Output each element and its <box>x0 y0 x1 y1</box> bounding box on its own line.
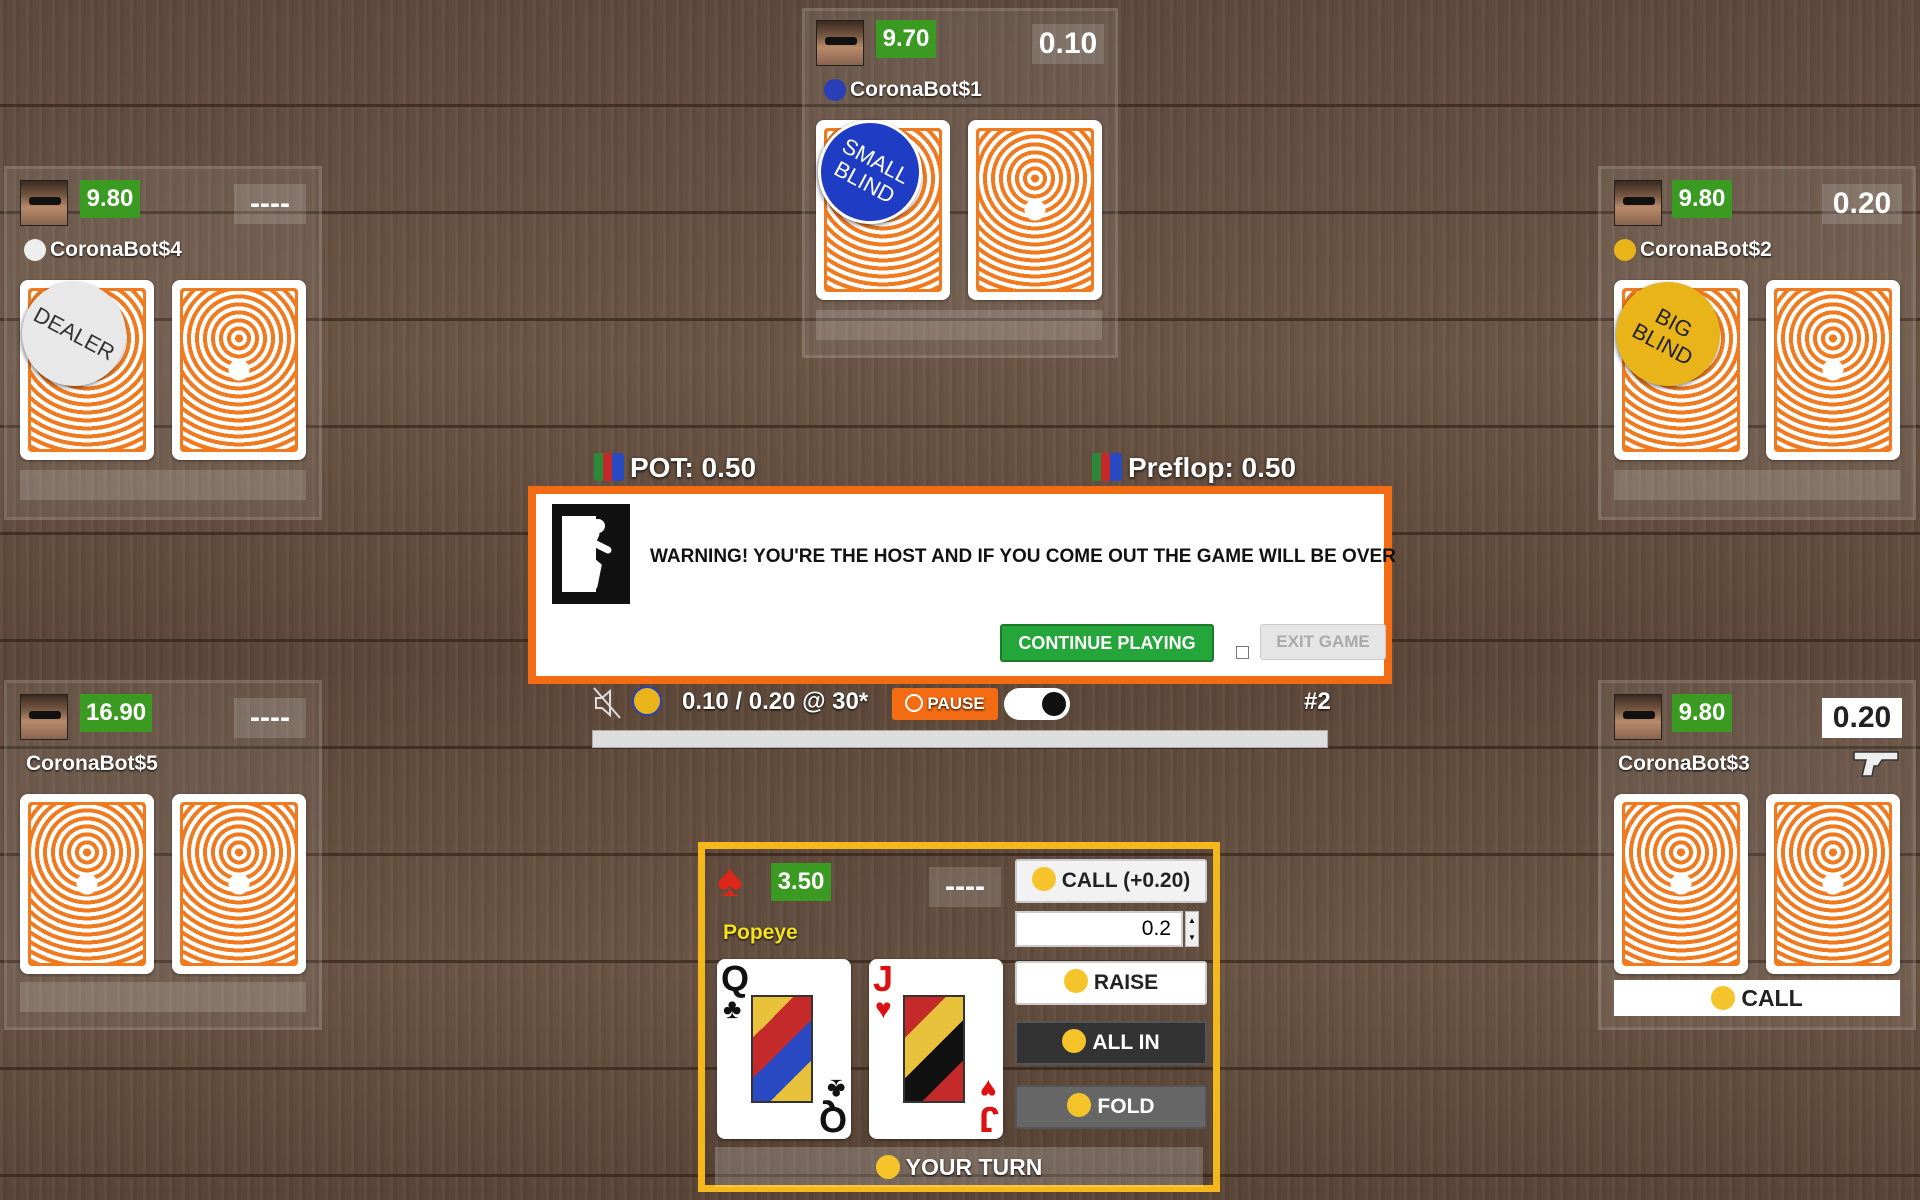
game-status-bar: 0.10 / 0.20 @ 30* PAUSE #2 <box>588 684 1331 724</box>
hand-number: #2 <box>1304 688 1331 715</box>
player-name-label: CoronaBot$2 <box>1640 238 1772 261</box>
pistol-icon <box>1852 746 1902 780</box>
host-warning-modal: WARNING! YOU'RE THE HOST AND IF YOU COME… <box>528 486 1396 684</box>
card-back <box>1614 794 1748 974</box>
seat-action-strip <box>20 470 306 500</box>
pause-icon <box>905 694 924 712</box>
card-back <box>1766 280 1900 460</box>
thumbs-up-icon <box>1031 867 1056 891</box>
sound-muted-icon[interactable] <box>592 686 622 720</box>
hero-card-1: Q ♣ Q ♣ <box>717 958 851 1140</box>
seat-action-strip <box>816 310 1102 340</box>
continue-playing-button[interactable]: CONTINUE PLAYING <box>1000 624 1214 662</box>
your-turn-label: YOUR TURN <box>905 1154 1043 1180</box>
player-bet: 0.20 <box>1822 184 1902 224</box>
card-back <box>172 280 306 460</box>
thinking-face-icon <box>875 1155 900 1179</box>
exit-game-button[interactable]: EXIT GAME <box>1260 624 1386 660</box>
card-rank-bottom: J <box>978 1099 999 1140</box>
card-suit-bottom: ♥ <box>980 1074 997 1105</box>
player-name: CoronaBot$5 <box>26 752 158 775</box>
fold-button[interactable]: FOLD <box>1015 1085 1207 1129</box>
last-action-text: CALL <box>1741 985 1803 1011</box>
raise-amount-input[interactable]: 0.2 <box>1015 911 1183 947</box>
player-avatar <box>1614 180 1662 226</box>
confirm-exit-checkbox[interactable] <box>1236 646 1249 659</box>
player-name: CoronaBot$4 <box>24 238 182 262</box>
thumbs-up-icon <box>1711 986 1736 1010</box>
hero-card-2: J ♥ J ♥ <box>869 958 1003 1140</box>
raise-label: RAISE <box>1093 971 1159 994</box>
card-back <box>172 794 306 974</box>
round-pot-label: Preflop: 0.50 <box>1128 452 1297 483</box>
last-action-label: CALL <box>1614 980 1900 1016</box>
smirk-icon <box>1063 969 1088 993</box>
player-avatar <box>20 180 68 226</box>
cool-sunglasses-icon <box>1062 1029 1087 1053</box>
player-name: CoronaBot$2 <box>1614 238 1772 262</box>
auto-toggle[interactable] <box>1004 688 1070 720</box>
pause-button[interactable]: PAUSE <box>892 688 998 720</box>
card-rank-bottom: Q <box>818 1099 847 1140</box>
hero-name: Popeye <box>723 921 798 944</box>
raise-stepper[interactable]: ▲ ▼ <box>1185 911 1199 947</box>
pot-total: POT: 0.50 <box>594 452 756 484</box>
card-back <box>20 794 154 974</box>
call-button[interactable]: CALL (+0.20) <box>1015 859 1207 903</box>
player-name-label: CoronaBot$4 <box>50 238 182 261</box>
hero-chips: 3.50 <box>771 863 831 901</box>
card-rank: Q <box>721 958 750 999</box>
player-chips: 9.80 <box>80 180 140 218</box>
blinds-chip-icon <box>632 686 662 716</box>
pause-label: PAUSE <box>927 694 985 713</box>
player-bet: 0.20 <box>1822 698 1902 738</box>
card-suit-bottom: ♣ <box>826 1074 845 1105</box>
chip-stack-icon <box>1092 453 1122 481</box>
big-blind-tag-icon <box>1614 239 1636 262</box>
player-chips: 16.90 <box>80 694 152 732</box>
player-chips: 9.80 <box>1672 180 1732 218</box>
your-turn-indicator: YOUR TURN <box>715 1147 1203 1187</box>
player-avatar <box>20 694 68 740</box>
player-bet: 0.10 <box>1032 24 1104 64</box>
pot-label: POT: 0.50 <box>630 452 757 483</box>
hero-bet: ---- <box>929 867 1001 907</box>
chip-stack-icon <box>594 453 624 481</box>
small-blind-tag-icon <box>824 79 846 102</box>
warning-message: WARNING! YOU'RE THE HOST AND IF YOU COME… <box>650 546 1396 567</box>
player-name: CoronaBot$1 <box>824 78 982 102</box>
card-suit: ♣ <box>723 993 742 1024</box>
blinds-level: 0.10 / 0.20 @ 30* <box>682 688 869 715</box>
spade-avatar-icon: ♠ <box>717 854 743 907</box>
exit-runner-icon <box>552 504 630 604</box>
thumbs-down-icon <box>1067 1093 1092 1117</box>
card-suit: ♥ <box>875 993 892 1024</box>
player-bet: ---- <box>234 184 306 224</box>
card-back <box>1766 794 1900 974</box>
seat-action-strip <box>20 982 306 1012</box>
raise-button[interactable]: RAISE <box>1015 961 1207 1005</box>
queen-portrait-icon <box>751 995 813 1103</box>
all-in-button[interactable]: ALL IN <box>1015 1021 1207 1065</box>
turn-timer-bar <box>592 730 1328 748</box>
player-avatar <box>1614 694 1662 740</box>
card-rank: J <box>873 958 894 999</box>
player-chips: 9.80 <box>1672 694 1732 732</box>
player-name-label: CoronaBot$1 <box>850 78 982 101</box>
fold-label: FOLD <box>1097 1095 1155 1118</box>
all-in-label: ALL IN <box>1092 1031 1160 1054</box>
hero-seat: ♠ 3.50 ---- Popeye Q ♣ Q ♣ J ♥ J ♥ CALL … <box>698 842 1220 1192</box>
round-pot: Preflop: 0.50 <box>1092 452 1296 484</box>
dealer-tag-icon <box>24 239 46 262</box>
player-name: CoronaBot$3 <box>1618 752 1750 775</box>
player-chips: 9.70 <box>876 20 936 58</box>
seat-action-strip <box>1614 470 1900 500</box>
card-back <box>968 120 1102 300</box>
call-label: CALL (+0.20) <box>1061 869 1191 892</box>
player-avatar <box>816 20 864 66</box>
jack-portrait-icon <box>903 995 965 1103</box>
player-bet: ---- <box>234 698 306 738</box>
